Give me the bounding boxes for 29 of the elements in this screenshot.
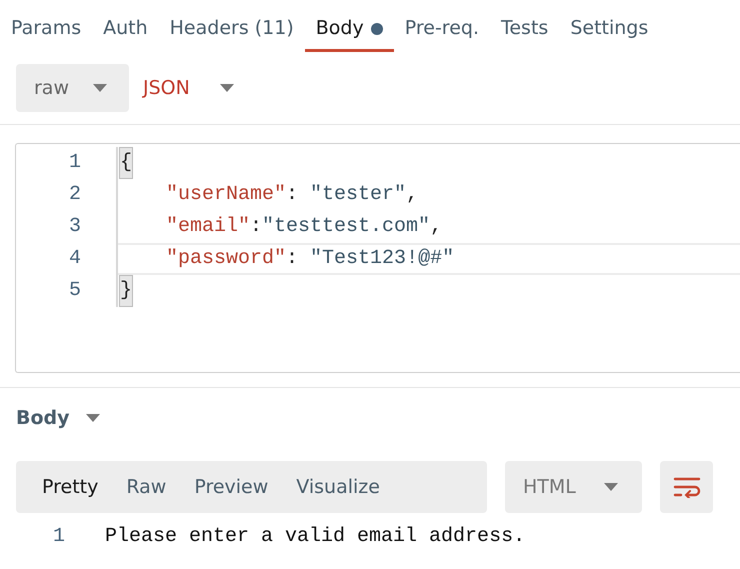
caret-icon[interactable] [86, 414, 100, 422]
line-number: 4 [68, 246, 81, 272]
line-number: 1 [68, 150, 81, 176]
view-tab[interactable]: Raw [112, 461, 180, 513]
format-dropdown[interactable]: JSON [137, 64, 240, 112]
wrap-icon [672, 476, 700, 498]
line-number: 2 [68, 182, 81, 208]
language-dropdown[interactable]: HTML [505, 461, 642, 513]
tab[interactable]: Headers (11) [158, 0, 305, 52]
wrap-button[interactable] [660, 461, 713, 513]
body-mode-dropdown[interactable]: raw [16, 64, 129, 112]
response-text: Please enter a valid email address. [105, 524, 526, 550]
view-tab[interactable]: Pretty [28, 461, 112, 513]
tab[interactable]: Body [304, 0, 394, 52]
tab[interactable]: Pre-req. [394, 0, 490, 52]
tab[interactable]: Auth [92, 0, 159, 52]
response-body-title: Body [16, 406, 70, 431]
code-line: { [116, 147, 740, 179]
line-number: 1 [52, 524, 65, 550]
line-number: 3 [68, 214, 81, 240]
view-tab[interactable]: Visualize [282, 461, 394, 513]
view-tab[interactable]: Preview [180, 461, 282, 513]
tab[interactable]: Params [0, 0, 92, 52]
tab[interactable]: Settings [559, 0, 660, 52]
tab[interactable]: Tests [490, 0, 560, 52]
code-line: } [116, 275, 740, 307]
code-line: "userName": "tester", [116, 179, 740, 211]
line-number: 5 [68, 278, 81, 304]
code-editor[interactable]: 1 { 2 "userName": "tester", 3 "email":"testtest.com", 4 "password": "Test123!@#" 5 } [15, 143, 740, 373]
